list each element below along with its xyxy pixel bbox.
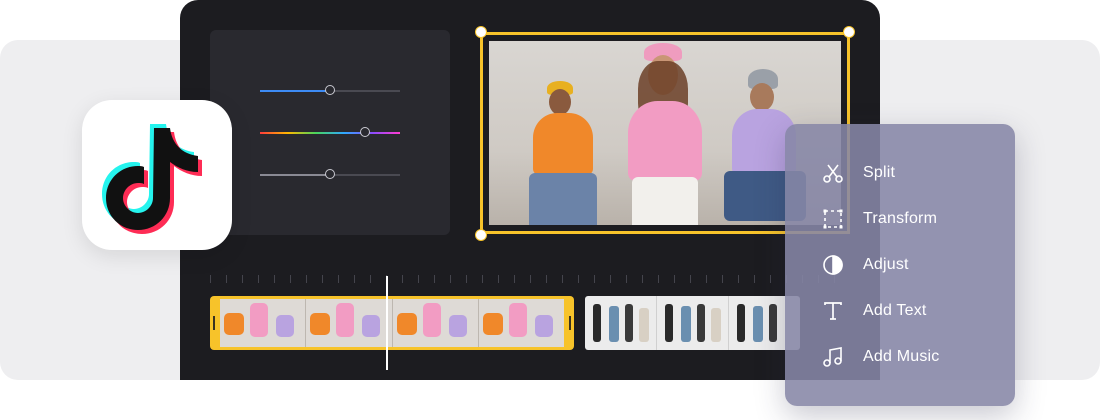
clip-trim-handle-right[interactable] [569,316,571,330]
slider-blue-fill [260,90,330,92]
slider-hue-fill [260,132,400,134]
timeline-playhead[interactable] [386,276,388,370]
tiktok-logo-icon [82,100,232,250]
slider-hue[interactable] [260,127,400,137]
adjust-panel [210,30,450,235]
slider-hue-thumb[interactable] [360,127,370,137]
scissors-icon [821,161,845,185]
menu-item-add-music[interactable]: Add Music [821,342,940,372]
video-editor-window [180,0,880,380]
menu-item-label: Add Music [863,348,940,365]
timeline-ruler [210,275,850,283]
menu-item-label: Adjust [863,256,909,273]
crop-handle-top-left[interactable] [475,26,487,38]
text-icon [821,299,845,323]
timeline-clip-selected[interactable] [210,296,574,350]
crop-handle-bottom-left[interactable] [475,229,487,241]
slider-gray-fill [260,174,330,176]
contrast-icon [821,253,845,277]
slider-blue-thumb[interactable] [325,85,335,95]
slider-blue[interactable] [260,85,400,95]
menu-item-add-text[interactable]: Add Text [821,296,927,326]
menu-item-label: Split [863,164,896,181]
menu-item-label: Add Text [863,302,927,319]
slider-gray[interactable] [260,169,400,179]
music-note-icon [821,345,845,369]
transform-icon [821,207,845,231]
clip-thumbnails [220,299,564,347]
context-menu: Split Transform Adjust Add Text Add Musi… [785,124,1015,406]
menu-item-split[interactable]: Split [821,158,895,188]
menu-item-transform[interactable]: Transform [821,204,937,234]
menu-item-adjust[interactable]: Adjust [821,250,909,280]
timeline-clip[interactable] [585,296,800,350]
menu-item-label: Transform [863,210,938,227]
clip-trim-handle-left[interactable] [213,316,215,330]
crop-handle-top-right[interactable] [843,26,855,38]
slider-gray-thumb[interactable] [325,169,335,179]
